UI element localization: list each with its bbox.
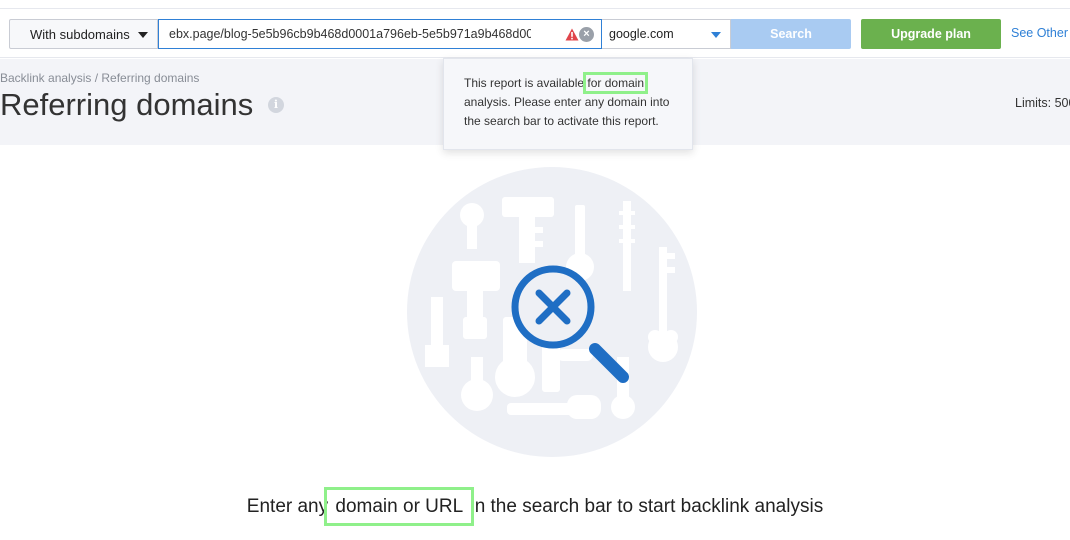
empty-state-illustration <box>407 167 697 457</box>
database-dropdown-label: google.com <box>609 27 674 41</box>
tooltip-highlight: for domain <box>583 72 649 94</box>
upgrade-plan-button[interactable]: Upgrade plan <box>861 19 1001 49</box>
info-icon[interactable]: i <box>268 97 284 113</box>
search-toolbar: With subdomains ebx.page/blog-5e5b96cb9b… <box>0 8 1070 58</box>
search-button[interactable]: Search <box>731 19 851 49</box>
chevron-down-icon <box>138 32 148 38</box>
tooltip-text-end: analysis. Please enter any domain into t… <box>464 95 670 128</box>
limits-label: Limits: 500 <box>1015 96 1070 110</box>
scope-dropdown[interactable]: With subdomains <box>9 19 158 49</box>
clear-icon[interactable]: × <box>579 27 594 42</box>
empty-state-prefix: Enter any <box>246 496 334 517</box>
tooltip-text-start: This report is available <box>464 76 588 90</box>
see-other-link[interactable]: See Other p <box>1011 26 1070 40</box>
database-dropdown[interactable]: google.com <box>602 19 731 49</box>
page-title: Referring domains <box>0 87 254 122</box>
empty-state-highlight: domain or URL <box>324 487 475 526</box>
warning-icon <box>565 28 579 41</box>
url-input[interactable]: ebx.page/blog-5e5b96cb9b468d0001a796eb-5… <box>158 19 602 49</box>
chevron-down-icon <box>711 32 721 38</box>
empty-state-suffix: in the search bar to start backlink anal… <box>465 496 824 517</box>
empty-state-message: Enter any domain or URL in the search ba… <box>0 487 1070 526</box>
scope-dropdown-label: With subdomains <box>30 26 130 42</box>
breadcrumb[interactable]: Backlink analysis / Referring domains <box>0 71 199 85</box>
url-input-value: ebx.page/blog-5e5b96cb9b468d0001a796eb-5… <box>169 27 531 41</box>
availability-tooltip: This report is available for domain anal… <box>443 58 693 150</box>
